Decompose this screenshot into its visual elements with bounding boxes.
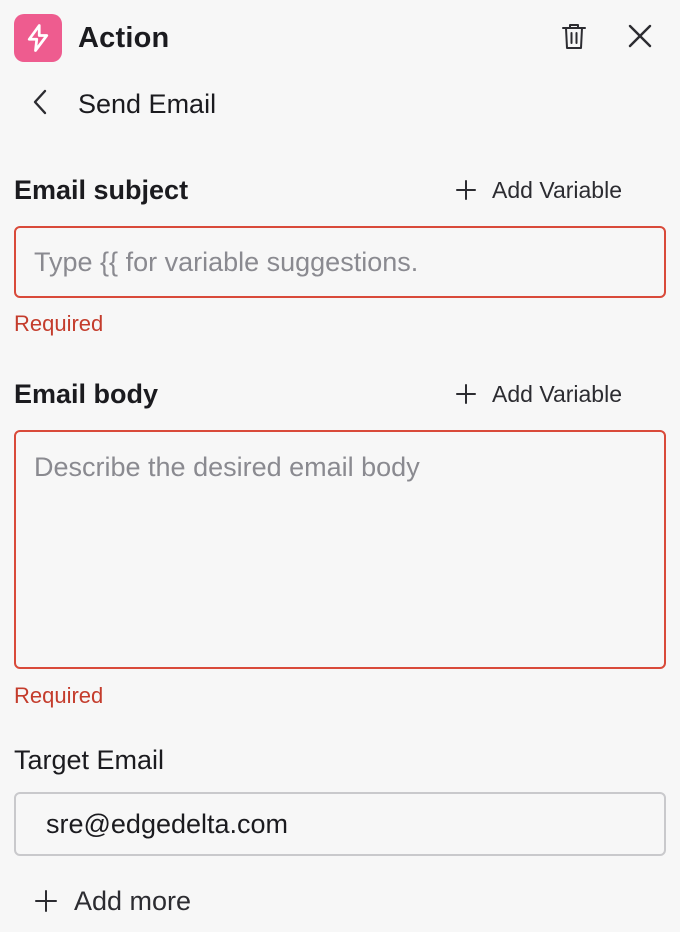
breadcrumb: Send Email (14, 84, 680, 124)
email-subject-label: Email subject (14, 175, 189, 205)
panel-title: Action (78, 22, 170, 54)
close-button[interactable] (620, 18, 660, 58)
action-panel: Action Send Email Email subject Add Vari… (0, 0, 680, 932)
add-more-button[interactable]: Add more (32, 884, 191, 918)
add-variable-label: Add Variable (492, 381, 622, 407)
subject-add-variable-button[interactable]: Add Variable (452, 175, 622, 205)
panel-header: Action (14, 14, 680, 62)
add-more-label: Add more (74, 886, 192, 916)
trash-icon (561, 22, 587, 55)
target-email-input[interactable]: sre@edgedelta.com (14, 792, 666, 856)
target-email-label: Target Email (14, 745, 165, 775)
body-add-variable-button[interactable]: Add Variable (452, 379, 622, 409)
email-body-label: Email body (14, 379, 159, 409)
email-subject-input[interactable]: Type {{ for variable suggestions. (14, 226, 666, 298)
delete-button[interactable] (554, 18, 594, 58)
back-button[interactable] (20, 84, 60, 124)
email-body-placeholder: Describe the desired email body (34, 452, 420, 482)
close-icon (627, 23, 653, 54)
plus-icon (452, 176, 480, 204)
target-email-value: sre@edgedelta.com (46, 809, 289, 839)
email-subject-placeholder: Type {{ for variable suggestions. (34, 247, 419, 277)
page-title: Send Email (78, 89, 217, 119)
email-subject-error: Required (14, 311, 104, 336)
plus-icon (32, 887, 60, 915)
add-variable-label: Add Variable (492, 177, 622, 203)
lightning-bolt-icon (14, 14, 62, 62)
email-body-textarea[interactable]: Describe the desired email body (14, 430, 666, 669)
plus-icon (452, 380, 480, 408)
chevron-left-icon (32, 89, 48, 120)
email-body-error: Required (14, 683, 104, 708)
